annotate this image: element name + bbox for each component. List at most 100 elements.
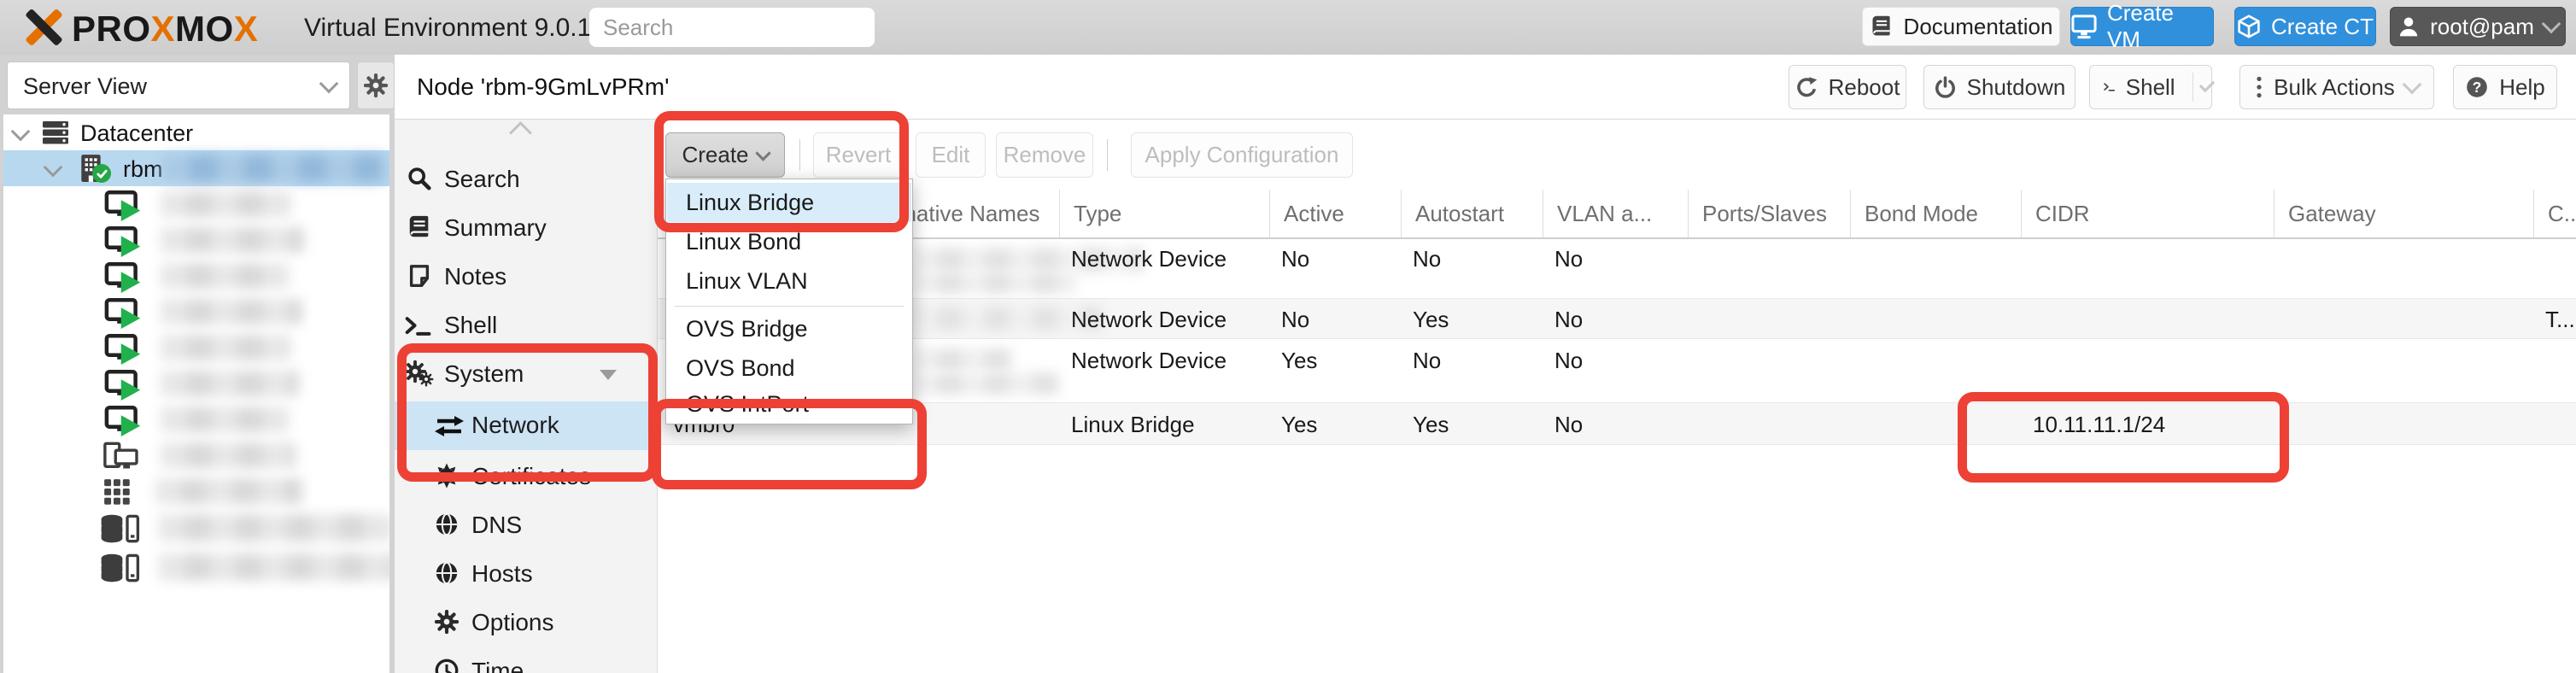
cell-vlan: No [1554, 348, 1583, 374]
column-header-comment[interactable]: C... [2533, 190, 2576, 237]
nav-item-system[interactable]: System [395, 353, 657, 395]
menu-separator [675, 306, 904, 307]
revert-button[interactable]: Revert [813, 132, 904, 178]
chevron-down-icon[interactable] [44, 158, 63, 178]
chevron-down-icon[interactable] [11, 122, 31, 142]
shell-button[interactable]: Shell [2089, 65, 2212, 109]
column-header-autostart[interactable]: Autostart [1401, 190, 1543, 237]
column-header-type[interactable]: Type [1059, 190, 1269, 237]
remove-button[interactable]: Remove [996, 132, 1093, 178]
online-check-icon [92, 164, 111, 183]
table-row[interactable]: Network Device No No No [658, 239, 2576, 299]
nav-item-network[interactable]: Network [395, 401, 657, 450]
nav-item-certificates[interactable]: Certificates [395, 455, 657, 498]
redacted-vm-name [161, 227, 304, 253]
column-header-cidr[interactable]: CIDR [2021, 190, 2274, 237]
gear-icon [363, 73, 389, 98]
global-search-input[interactable] [589, 8, 875, 47]
network-table-header: Name Alternative Names Type Active Autos… [658, 190, 2576, 239]
collapse-triangle-icon[interactable] [600, 370, 617, 380]
menu-item-ovs-intport[interactable]: OVS IntPort [667, 384, 911, 424]
cell-type: Linux Bridge [1071, 412, 1195, 438]
user-menu-button[interactable]: root@pam [2390, 7, 2566, 46]
menu-item-linux-bond[interactable]: Linux Bond [667, 222, 911, 261]
column-header-vlan[interactable]: VLAN a... [1543, 190, 1688, 237]
clock-icon [434, 658, 460, 673]
redacted-vm-name [161, 263, 289, 289]
reboot-button[interactable]: Reboot [1789, 65, 1906, 109]
chevron-down-icon [755, 145, 770, 161]
user-icon [2397, 15, 2420, 38]
nav-item-hosts[interactable]: Hosts [395, 553, 657, 595]
tree-item-storage[interactable] [3, 509, 389, 547]
cell-type: Network Device [1071, 246, 1227, 272]
tree-item-vm[interactable] [3, 401, 389, 437]
nav-item-time[interactable]: Time [395, 650, 657, 673]
menu-item-linux-vlan[interactable]: Linux VLAN [667, 261, 911, 301]
tree-item-datacenter[interactable]: Datacenter [3, 114, 389, 150]
tree-item-vm[interactable] [3, 258, 389, 294]
redacted-vm-name [161, 371, 299, 396]
shutdown-button[interactable]: Shutdown [1923, 65, 2075, 109]
tree-item-storage[interactable] [3, 548, 389, 586]
datacenter-icon [41, 120, 70, 145]
tree-item-node-rbm[interactable]: rbm [3, 150, 389, 186]
cell-autostart: Yes [1413, 307, 1449, 333]
apply-configuration-button[interactable]: Apply Configuration [1131, 132, 1353, 178]
nav-item-notes[interactable]: Notes [395, 255, 657, 298]
create-vm-button[interactable]: Create VM [2070, 7, 2214, 46]
tree-item-vm[interactable] [3, 294, 389, 330]
nav-item-search[interactable]: Search [395, 158, 657, 201]
nav-item-shell[interactable]: Shell [395, 304, 657, 347]
create-ct-button[interactable]: Create CT [2234, 7, 2376, 46]
menu-item-linux-bridge[interactable]: Linux Bridge [667, 183, 911, 222]
table-row[interactable]: Network Device No Yes No T... [658, 299, 2576, 339]
tree-settings-button[interactable] [357, 61, 395, 109]
cell-autostart: No [1413, 246, 1441, 272]
menu-item-ovs-bond[interactable]: OVS Bond [667, 348, 911, 388]
menu-item-ovs-bridge[interactable]: OVS Bridge [667, 309, 911, 348]
nav-item-options[interactable]: Options [395, 601, 657, 644]
column-header-ports[interactable]: Ports/Slaves [1688, 190, 1850, 237]
table-row-vmbr0[interactable]: vmbr0 Linux Bridge Yes Yes No 10.11.11.1… [658, 403, 2576, 445]
cell-active: No [1281, 307, 1309, 333]
edit-button[interactable]: Edit [916, 132, 986, 178]
cell-type: Network Device [1071, 307, 1227, 333]
create-dropdown-menu: Linux Bridge Linux Bond Linux VLAN OVS B… [665, 178, 913, 424]
node-title: Node 'rbm-9GmLvPRm' [417, 73, 669, 101]
monitor-icon [2071, 14, 2097, 39]
column-header-active[interactable]: Active [1269, 190, 1401, 237]
column-header-gateway[interactable]: Gateway [2274, 190, 2533, 237]
cube-icon [2237, 15, 2261, 38]
ellipsis-icon [2255, 75, 2263, 99]
redacted-name [914, 372, 1059, 395]
tree-item-pool[interactable] [3, 473, 389, 509]
redacted-vm-name [161, 299, 302, 325]
tree-item-vm[interactable] [3, 330, 389, 366]
tree-item-vm[interactable] [3, 222, 389, 258]
certificate-icon [434, 463, 460, 489]
documentation-button[interactable]: Documentation [1862, 7, 2060, 46]
chevron-down-icon [319, 74, 339, 94]
cell-comment: T... [2545, 307, 2575, 333]
cell-active: Yes [1281, 412, 1317, 438]
bulk-actions-button[interactable]: Bulk Actions [2239, 65, 2434, 109]
book-icon [1870, 15, 1894, 38]
grid-icon [102, 477, 132, 506]
book-icon [407, 214, 432, 240]
create-button[interactable]: Create [665, 132, 785, 178]
view-selector[interactable]: Server View [7, 61, 350, 109]
nav-item-summary[interactable]: Summary [395, 207, 657, 249]
vm-running-icon [104, 298, 142, 329]
vm-running-icon [104, 334, 142, 365]
column-header-bondmode[interactable]: Bond Mode [1850, 190, 2021, 237]
tree-item-template[interactable] [3, 437, 389, 473]
cell-autostart: No [1413, 348, 1441, 374]
vm-running-icon [104, 370, 142, 401]
tree-item-vm[interactable] [3, 186, 389, 222]
tree-item-vm[interactable] [3, 366, 389, 401]
product-version-label: Virtual Environment 9.0.11 [304, 14, 604, 43]
table-row[interactable]: Network Device Yes No No [658, 339, 2576, 403]
nav-item-dns[interactable]: DNS [395, 504, 657, 547]
help-button[interactable]: Help [2453, 65, 2557, 109]
